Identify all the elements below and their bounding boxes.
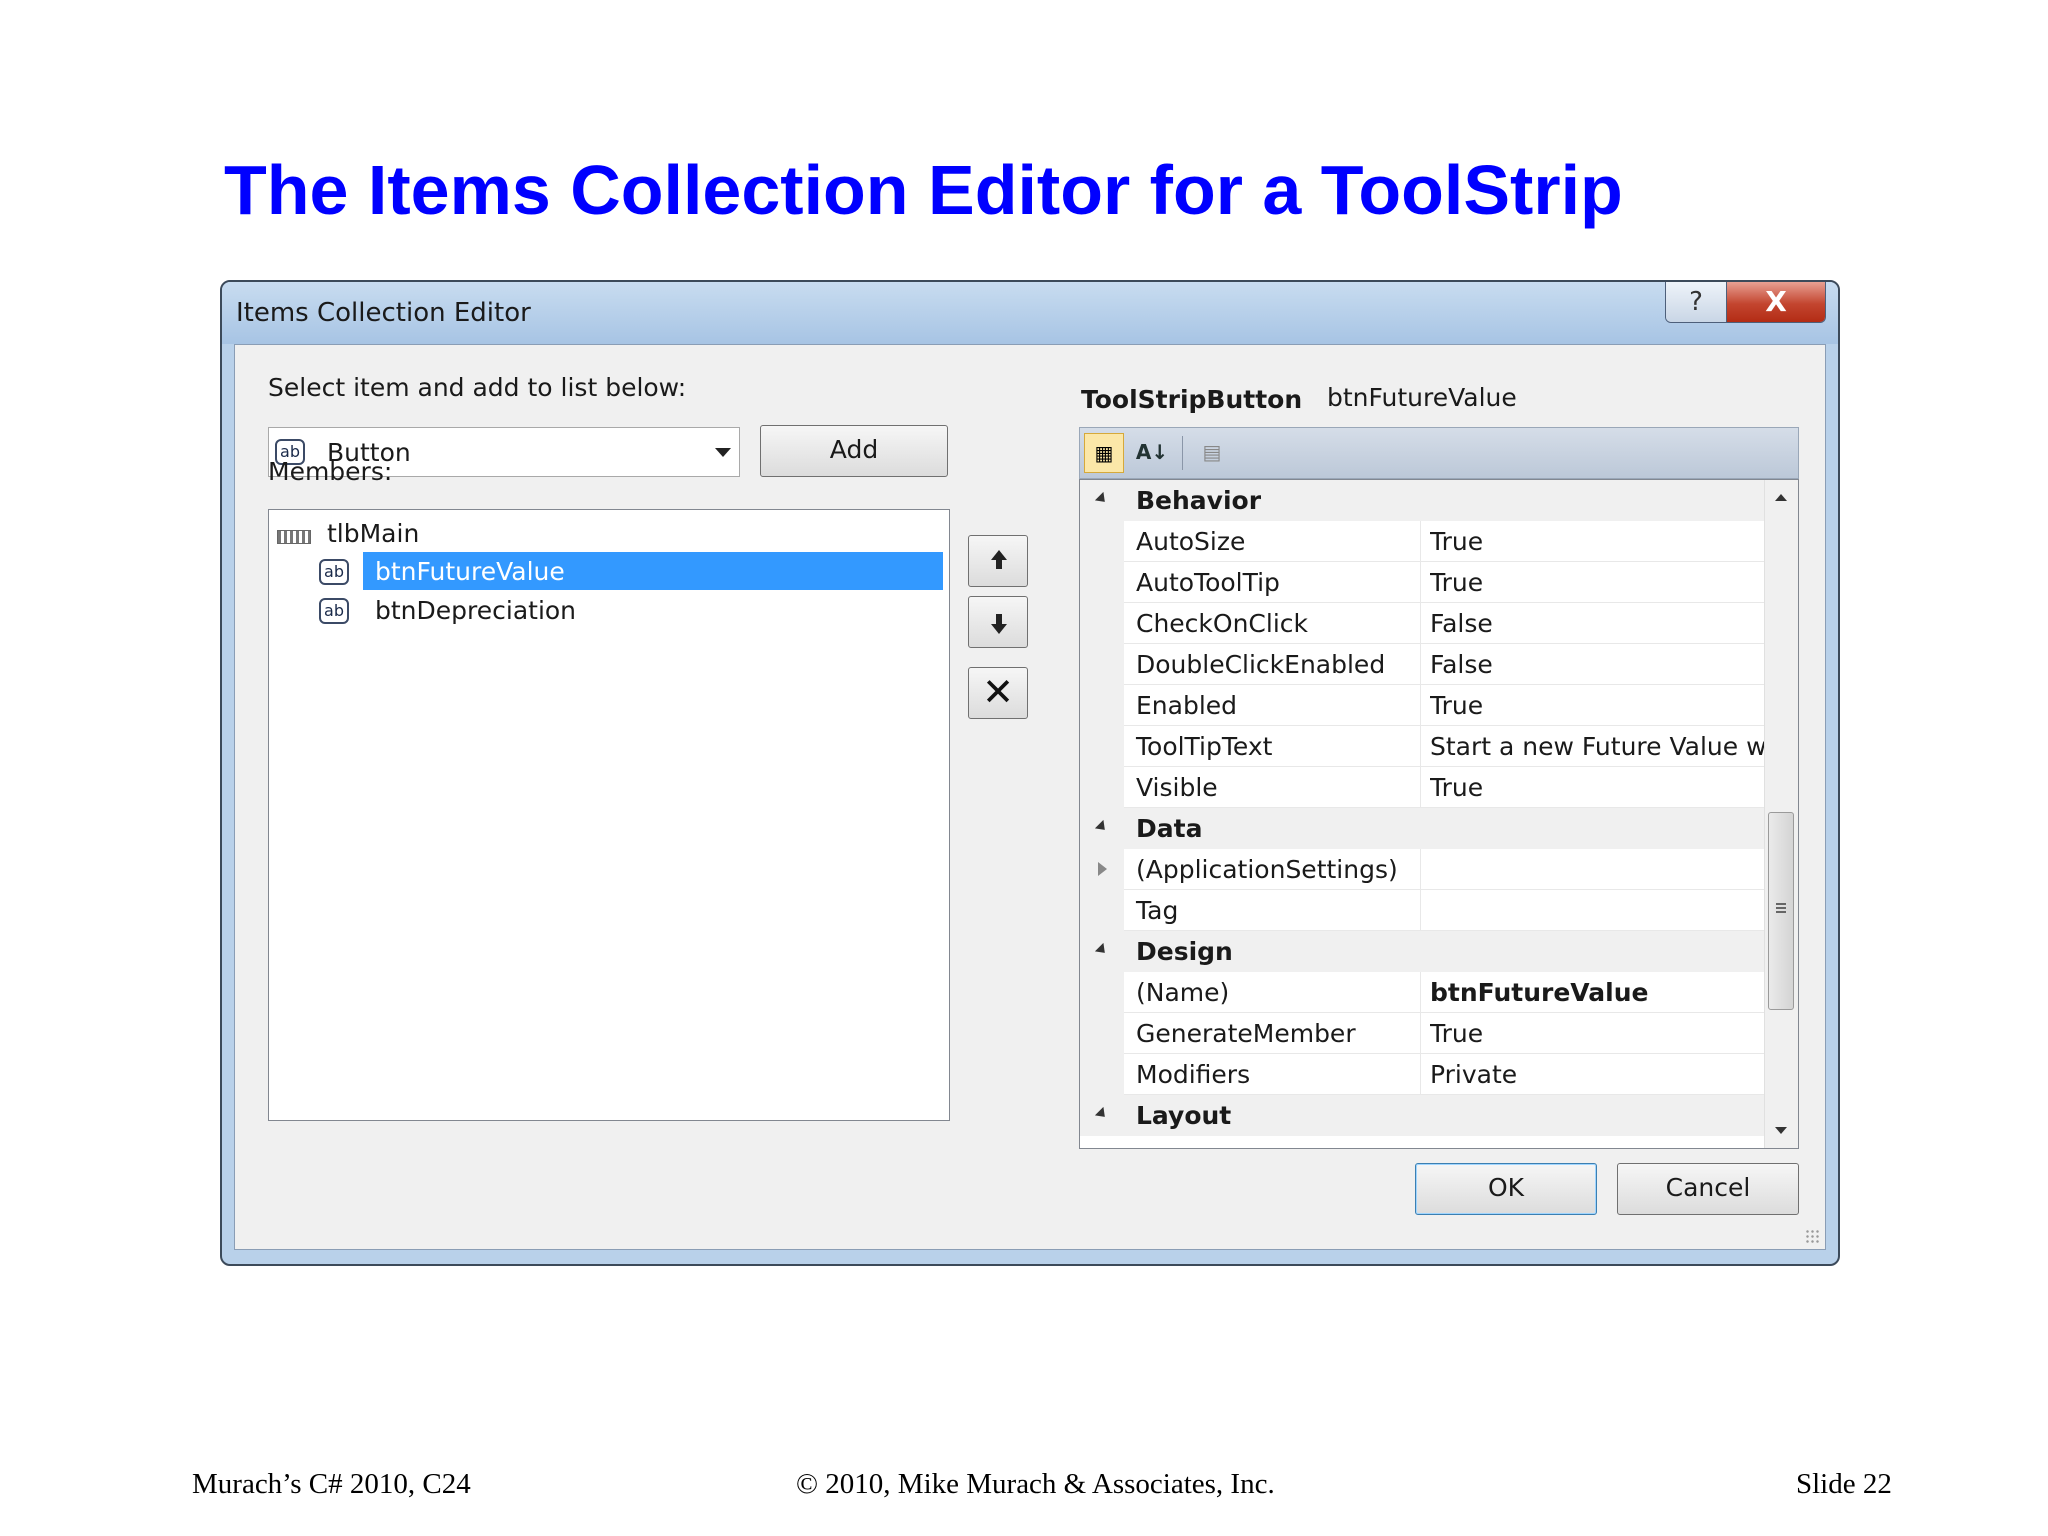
property-value[interactable]: False [1430, 650, 1764, 679]
tree-item-btnfuturevalue[interactable]: ab btnFutureValue [269, 554, 939, 590]
tree-item-btndepreciation[interactable]: ab btnDepreciation [269, 593, 939, 629]
tree-item-label: tlbMain [327, 519, 420, 548]
property-row-autosize[interactable]: AutoSize True [1080, 521, 1764, 562]
property-value[interactable]: True [1430, 691, 1764, 720]
scroll-up-icon[interactable] [1775, 494, 1787, 501]
tree-item-tlbmain[interactable]: tlbMain [269, 516, 939, 552]
property-name: ToolTipText [1136, 732, 1273, 761]
resize-grip-icon[interactable] [1805, 1229, 1821, 1245]
vertical-scrollbar[interactable] [1764, 480, 1798, 1148]
dialog-window: Items Collection Editor ? X Select item … [220, 280, 1840, 1266]
toolstrip-icon [277, 530, 311, 544]
property-pages-icon[interactable]: ▤ [1192, 433, 1232, 473]
button-icon: ab [319, 598, 349, 624]
property-value[interactable]: Start a new Future Value wind [1430, 732, 1764, 761]
property-name: AutoSize [1136, 527, 1246, 556]
property-value[interactable]: Private [1430, 1060, 1764, 1089]
ok-button[interactable]: OK [1415, 1163, 1597, 1215]
property-row-modifiers[interactable]: Modifiers Private [1080, 1054, 1764, 1095]
property-grid[interactable]: Behavior AutoSize True AutoToolTip True … [1079, 479, 1799, 1149]
toolbar-separator [1182, 436, 1183, 470]
property-name: (ApplicationSettings) [1136, 855, 1398, 884]
title-bar[interactable]: Items Collection Editor ? X [222, 282, 1838, 344]
property-value[interactable]: True [1430, 527, 1764, 556]
property-value[interactable]: True [1430, 568, 1764, 597]
property-row-tooltiptext[interactable]: ToolTipText Start a new Future Value win… [1080, 726, 1764, 767]
remove-button[interactable]: ✕ [968, 667, 1028, 719]
property-name: Visible [1136, 773, 1218, 802]
property-name: AutoToolTip [1136, 568, 1280, 597]
property-name: (Name) [1136, 978, 1230, 1007]
category-row-data[interactable]: Data [1080, 808, 1764, 849]
collapse-icon[interactable] [1094, 491, 1110, 507]
property-row-visible[interactable]: Visible True [1080, 767, 1764, 808]
close-button[interactable]: X [1727, 282, 1825, 322]
move-down-button[interactable] [968, 596, 1028, 648]
property-value[interactable]: True [1430, 1019, 1764, 1048]
category-label: Layout [1136, 1101, 1232, 1130]
tree-item-label: btnFutureValue [375, 557, 565, 586]
members-label: Members: [268, 457, 393, 486]
property-row-doubleclickenabled[interactable]: DoubleClickEnabled False [1080, 644, 1764, 685]
help-button[interactable]: ? [1666, 282, 1727, 322]
scroll-down-icon[interactable] [1775, 1127, 1787, 1134]
cancel-button[interactable]: Cancel [1617, 1163, 1799, 1215]
add-button[interactable]: Add [760, 425, 948, 477]
categorized-icon[interactable]: ▦ [1084, 433, 1124, 473]
members-tree[interactable]: tlbMain ab btnFutureValue ab btnDeprecia… [268, 509, 950, 1121]
dialog-title: Items Collection Editor [236, 298, 531, 328]
property-row-generatemember[interactable]: GenerateMember True [1080, 1013, 1764, 1054]
alphabetical-icon[interactable]: A↓ [1132, 433, 1172, 473]
scroll-thumb[interactable] [1768, 812, 1794, 1010]
property-object-type: ToolStripButton [1081, 385, 1303, 414]
property-name: Tag [1136, 896, 1179, 925]
select-item-label: Select item and add to list below: [268, 373, 687, 402]
property-row-name[interactable]: (Name) btnFutureValue [1080, 972, 1764, 1013]
property-row-autotooltip[interactable]: AutoToolTip True [1080, 562, 1764, 603]
x-icon: ✕ [982, 670, 1014, 714]
footer-center: © 2010, Mike Murach & Associates, Inc. [796, 1468, 1275, 1500]
property-row-applicationsettings[interactable]: (ApplicationSettings) [1080, 849, 1764, 890]
tree-item-label: btnDepreciation [375, 596, 577, 625]
slide-title: The Items Collection Editor for a ToolSt… [224, 151, 1623, 229]
footer-left: Murach’s C# 2010, C24 [192, 1468, 471, 1500]
caption-buttons: ? X [1665, 282, 1826, 323]
footer-right: Slide 22 [1796, 1468, 1892, 1500]
property-object-name: btnFutureValue [1327, 383, 1517, 412]
move-up-button[interactable] [968, 535, 1028, 587]
property-value[interactable]: btnFutureValue [1430, 978, 1764, 1007]
property-row-enabled[interactable]: Enabled True [1080, 685, 1764, 726]
expand-icon[interactable] [1098, 862, 1107, 876]
property-row-tag[interactable]: Tag [1080, 890, 1764, 931]
property-value[interactable]: True [1430, 773, 1764, 802]
collapse-icon[interactable] [1094, 1106, 1110, 1122]
category-label: Data [1136, 814, 1203, 843]
collapse-icon[interactable] [1094, 819, 1110, 835]
collapse-icon[interactable] [1094, 942, 1110, 958]
property-name: CheckOnClick [1136, 609, 1308, 638]
category-label: Design [1136, 937, 1233, 966]
button-icon: ab [319, 559, 349, 585]
property-name: DoubleClickEnabled [1136, 650, 1386, 679]
property-name: GenerateMember [1136, 1019, 1356, 1048]
property-toolbar: ▦ A↓ ▤ [1079, 427, 1799, 479]
property-name: Modifiers [1136, 1060, 1251, 1089]
category-row-design[interactable]: Design [1080, 931, 1764, 972]
property-name: Enabled [1136, 691, 1238, 720]
category-row-layout[interactable]: Layout [1080, 1095, 1764, 1136]
property-row-checkonclick[interactable]: CheckOnClick False [1080, 603, 1764, 644]
chevron-down-icon[interactable] [715, 448, 731, 457]
property-value[interactable]: False [1430, 609, 1764, 638]
dialog-client: Select item and add to list below: ab Bu… [234, 344, 1826, 1250]
category-label: Behavior [1136, 486, 1262, 515]
category-row-behavior[interactable]: Behavior [1080, 480, 1764, 521]
